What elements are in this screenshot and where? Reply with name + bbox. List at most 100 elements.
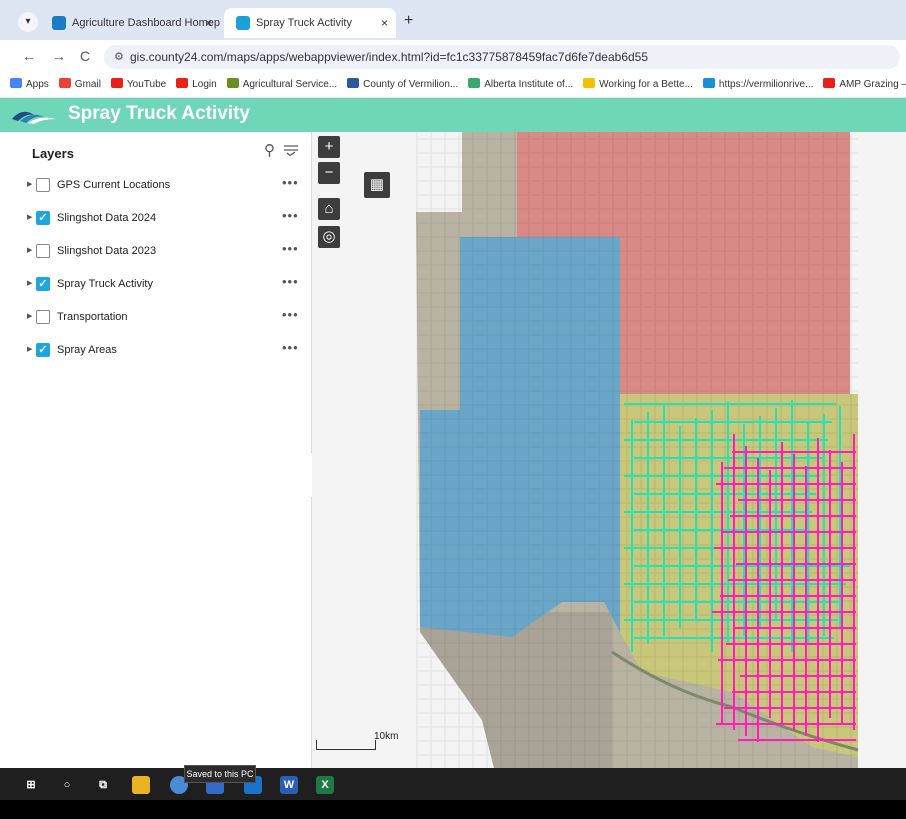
bookmark-label: https://vermilionrive...: [718, 79, 814, 90]
expand-caret-icon[interactable]: ▶: [27, 345, 32, 353]
layer-options-icon[interactable]: •••: [282, 175, 299, 190]
address-bar: ← → C ⚙ gis.county24.com/maps/apps/webap…: [0, 40, 906, 72]
search-icon[interactable]: ⚲: [264, 141, 275, 159]
layer-visibility-checkbox[interactable]: ✓: [36, 277, 50, 291]
scale-bar: [316, 740, 376, 750]
layer-row[interactable]: ▶ GPS Current Locations •••: [0, 174, 312, 198]
bookmark-label: YouTube: [126, 79, 167, 90]
layer-label: Slingshot Data 2024: [57, 212, 157, 224]
bookmark-item[interactable]: Agricultural Service...: [226, 72, 338, 97]
back-button[interactable]: ←: [22, 48, 36, 64]
bookmarks-bar: Apps Gmail YouTube Login Agricultural Servic…: [0, 72, 906, 98]
bookmark-label: Agricultural Service...: [242, 79, 338, 90]
layer-row[interactable]: ▶ Slingshot Data 2023 •••: [0, 240, 312, 264]
bookmark-item[interactable]: Gmail: [58, 72, 101, 97]
layer-visibility-checkbox[interactable]: [36, 178, 50, 192]
county-logo-icon: [12, 111, 56, 124]
layer-visibility-checkbox[interactable]: ✓: [36, 343, 50, 357]
layer-visibility-checkbox[interactable]: [36, 244, 50, 258]
bookmark-label: Working for a Bette...: [599, 79, 693, 90]
layer-label: Transportation: [57, 311, 128, 323]
tab-close-icon[interactable]: ×: [205, 8, 212, 38]
bookmark-favicon-icon: [583, 78, 596, 88]
layer-label: Spray Truck Activity: [57, 278, 153, 290]
expand-caret-icon[interactable]: ▶: [27, 246, 32, 254]
bookmark-favicon-icon: [823, 78, 836, 88]
favicon-icon: [236, 16, 250, 30]
app-header: Spray Truck Activity: [0, 98, 906, 132]
url-input[interactable]: ⚙ gis.county24.com/maps/apps/webappviewe…: [104, 45, 900, 69]
scale-label: 10km: [374, 731, 399, 742]
bookmark-favicon-icon: [347, 78, 360, 88]
saved-tooltip: Saved to this PC: [184, 765, 256, 783]
layers-panel: Layers ⚲ ▶ GPS Current Locations ••• ▶ ✓ Slin…: [0, 132, 312, 768]
locate-icon[interactable]: ◎: [318, 226, 340, 248]
taskbar-search-icon[interactable]: ○: [58, 776, 76, 794]
map-canvas[interactable]: [312, 132, 906, 768]
layer-label: GPS Current Locations: [57, 179, 171, 191]
bookmark-item[interactable]: AMP Grazing — U: [823, 72, 906, 97]
browser-tab-spray-truck[interactable]: Spray Truck Activity ×: [224, 8, 396, 38]
layer-label: Slingshot Data 2023: [57, 245, 157, 257]
expand-caret-icon[interactable]: ▶: [27, 213, 32, 221]
layer-row[interactable]: ▶ ✓ Spray Areas •••: [0, 339, 312, 363]
expand-caret-icon[interactable]: ▶: [27, 180, 32, 188]
layer-options-icon[interactable]: •••: [282, 307, 299, 322]
url-text: gis.county24.com/maps/apps/webappviewer/…: [130, 50, 649, 64]
bookmark-item[interactable]: Alberta Institute of...: [468, 72, 574, 97]
browser-tab-bar: ▾ Agriculture Dashboard Homep × Spray Tr…: [0, 0, 906, 42]
map-view[interactable]: + − ⌂ ◎ ▦ 10km: [312, 132, 906, 768]
tab-close-icon[interactable]: ×: [381, 8, 388, 38]
bookmark-item[interactable]: https://vermilionrive...: [702, 72, 814, 97]
layer-row[interactable]: ▶ ✓ Spray Truck Activity •••: [0, 273, 312, 297]
layer-visibility-checkbox[interactable]: ✓: [36, 211, 50, 225]
reload-button[interactable]: C: [80, 48, 90, 64]
layer-options-icon[interactable]: •••: [282, 208, 299, 223]
bookmark-favicon-icon: [58, 78, 71, 88]
bookmark-item[interactable]: Login: [176, 72, 217, 97]
bookmark-label: Login: [192, 79, 217, 90]
bookmark-label: Apps: [26, 79, 49, 90]
panel-title: Layers: [32, 146, 74, 161]
new-tab-button[interactable]: +: [404, 12, 413, 30]
bookmark-label: Gmail: [74, 79, 101, 90]
bookmark-favicon-icon: [226, 78, 239, 88]
home-icon[interactable]: ⌂: [318, 198, 340, 220]
filter-list-icon[interactable]: [283, 144, 299, 156]
layer-visibility-checkbox[interactable]: [36, 310, 50, 324]
bookmark-item[interactable]: County of Vermilion...: [347, 72, 458, 97]
expand-caret-icon[interactable]: ▶: [27, 312, 32, 320]
expand-caret-icon[interactable]: ▶: [27, 279, 32, 287]
task-view-icon[interactable]: ⧉: [94, 776, 112, 794]
bookmark-label: AMP Grazing — U: [839, 79, 906, 90]
excel-icon[interactable]: X: [316, 776, 334, 794]
bookmark-favicon-icon: [468, 78, 481, 88]
bookmark-item[interactable]: Apps: [10, 72, 49, 97]
browser-tab-agriculture[interactable]: Agriculture Dashboard Homep ×: [40, 8, 220, 38]
layer-row[interactable]: ▶ Transportation •••: [0, 306, 312, 330]
bookmark-label: Alberta Institute of...: [484, 79, 574, 90]
site-info-icon[interactable]: ⚙: [114, 50, 124, 63]
zoom-in-button[interactable]: +: [318, 136, 340, 158]
bookmark-favicon-icon: [176, 78, 189, 88]
bookmark-item[interactable]: Working for a Bette...: [583, 72, 693, 97]
favicon-icon: [52, 16, 66, 30]
word-icon[interactable]: W: [280, 776, 298, 794]
bookmark-favicon-icon: [702, 78, 715, 88]
taskbar-bottom-strip: [0, 800, 906, 819]
tab-search-menu-icon[interactable]: ▾: [18, 12, 38, 32]
layer-row[interactable]: ▶ ✓ Slingshot Data 2024 •••: [0, 207, 312, 231]
basemap-gallery-icon[interactable]: ▦: [364, 172, 390, 198]
app-title: Spray Truck Activity: [68, 103, 250, 124]
layer-options-icon[interactable]: •••: [282, 241, 299, 256]
tab-title: Agriculture Dashboard Homep: [72, 17, 220, 29]
file-explorer-icon[interactable]: [132, 776, 150, 794]
bookmark-favicon-icon: [110, 78, 123, 88]
layer-options-icon[interactable]: •••: [282, 274, 299, 289]
tab-title: Spray Truck Activity: [256, 17, 352, 29]
forward-button[interactable]: →: [52, 48, 66, 64]
bookmark-item[interactable]: YouTube: [110, 72, 167, 97]
layer-options-icon[interactable]: •••: [282, 340, 299, 355]
zoom-out-button[interactable]: −: [318, 162, 340, 184]
windows-start-icon[interactable]: ⊞: [22, 776, 40, 794]
